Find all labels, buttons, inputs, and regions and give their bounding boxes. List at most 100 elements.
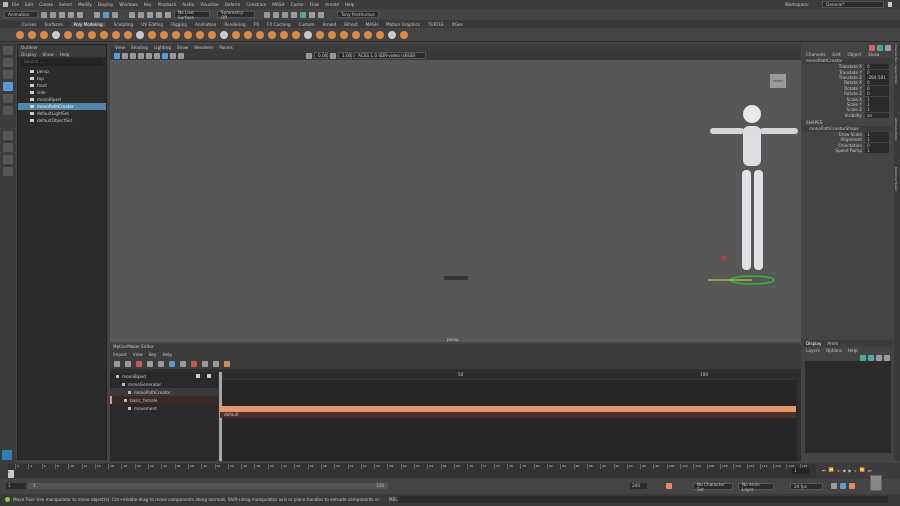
character-icon[interactable]: [180, 360, 186, 367]
lock-icon[interactable]: [888, 2, 892, 7]
viewport-menu-show[interactable]: Show: [177, 45, 188, 50]
shelf-tab-custom[interactable]: Custom: [299, 22, 315, 27]
start-time-field[interactable]: 1: [6, 483, 26, 489]
poly-cone-icon[interactable]: [52, 30, 60, 39]
select-tool-icon[interactable]: [3, 46, 13, 55]
snap-view-plane-icon[interactable]: [156, 11, 162, 18]
outliner-item[interactable]: front: [18, 82, 106, 89]
channel-value[interactable]: 0: [865, 142, 889, 148]
menu-windows[interactable]: Windows: [119, 2, 138, 7]
channel-row[interactable]: Alignment 1: [803, 137, 893, 143]
render-view-icon[interactable]: [264, 11, 270, 18]
channel-row[interactable]: Rotate Z0: [803, 91, 893, 97]
smooth-shade-icon[interactable]: [130, 52, 136, 59]
new-layer-icon[interactable]: [860, 354, 866, 361]
combine-icon[interactable]: [160, 30, 168, 39]
select-component-icon[interactable]: [112, 11, 118, 18]
xray-icon[interactable]: [170, 52, 176, 59]
ground-object[interactable]: [444, 276, 468, 280]
menu-modify[interactable]: Modify: [78, 2, 92, 7]
wireframe-icon[interactable]: [122, 52, 128, 59]
motionmaker-menu-import[interactable]: Import: [113, 352, 127, 357]
motionmaker-tree-item[interactable]: basic_female: [110, 396, 218, 404]
shelf-tab-fx[interactable]: FX: [254, 22, 259, 27]
motionmaker-tree-item[interactable]: monoPathCreator: [110, 388, 218, 396]
menu-audio[interactable]: Audio: [182, 2, 194, 7]
offset-loop-icon[interactable]: [328, 30, 336, 39]
sweep-mesh-icon[interactable]: [112, 30, 120, 39]
lattice-icon[interactable]: [352, 30, 360, 39]
poly-plane-icon[interactable]: [76, 30, 84, 39]
undo-icon[interactable]: [68, 11, 74, 18]
textured-icon[interactable]: [138, 52, 144, 59]
channel-value[interactable]: 0: [865, 85, 889, 91]
shelf-tab-animation[interactable]: Animation: [195, 22, 216, 27]
bevel-icon[interactable]: [220, 30, 228, 39]
bend-icon[interactable]: [340, 30, 348, 39]
platonic-solid-icon[interactable]: [100, 30, 108, 39]
snap-grid-icon[interactable]: [129, 11, 135, 18]
merge-icon[interactable]: [268, 30, 276, 39]
menu-key[interactable]: Key: [144, 2, 152, 7]
outliner-item[interactable]: persp: [18, 68, 106, 75]
insert-loop-icon[interactable]: [388, 30, 396, 39]
timeline-playhead[interactable]: 1: [8, 470, 14, 478]
shelf-tab-arnold[interactable]: Arnold: [323, 22, 337, 27]
boolean-icon[interactable]: [232, 30, 240, 39]
channel-value[interactable]: 1: [865, 96, 889, 102]
layer-menu-options[interactable]: Options: [826, 348, 842, 353]
menu-cache[interactable]: Cache: [291, 2, 304, 7]
viewport-canvas[interactable]: FRONT persp: [110, 60, 801, 342]
channel-value[interactable]: 0: [865, 80, 889, 86]
outliner-search[interactable]: Search...: [21, 59, 103, 66]
move-up-icon[interactable]: [876, 354, 882, 361]
snap-curve-icon[interactable]: [138, 11, 144, 18]
loop-icon[interactable]: [831, 483, 837, 489]
split-tool-icon[interactable]: [147, 360, 153, 367]
pause-icon[interactable]: [318, 11, 324, 18]
shelf-tab-turtle[interactable]: TURTLE: [428, 22, 444, 27]
render-frame-icon[interactable]: [273, 11, 279, 18]
outliner-item[interactable]: defaultObjectSet: [18, 117, 106, 124]
channel-row[interactable]: Draw Scale 1: [803, 132, 893, 138]
anim-layer-select[interactable]: No Anim Layer: [738, 482, 774, 492]
menu-mash[interactable]: MASH: [272, 2, 284, 7]
eyedropper-icon[interactable]: [196, 374, 200, 378]
single-view-layout-icon[interactable]: [3, 131, 13, 140]
side-tab[interactable]: Attribute Editor: [894, 118, 898, 163]
outliner-menu-help[interactable]: Help: [60, 52, 70, 57]
shelf-tab-surfaces[interactable]: Surfaces: [45, 22, 63, 27]
channel-row[interactable]: Translate Z -284.581: [803, 74, 893, 80]
menu-display[interactable]: Display: [98, 2, 113, 7]
four-view-layout-icon[interactable]: [3, 143, 13, 152]
auto-key-icon[interactable]: [666, 483, 672, 489]
isolate-icon[interactable]: [178, 52, 184, 59]
shadows-icon[interactable]: [154, 52, 160, 59]
viewport-menu-panels[interactable]: Panels: [219, 45, 232, 50]
channel-row[interactable]: Scale Z1: [803, 107, 893, 113]
grid-icon[interactable]: [162, 52, 168, 59]
command-line[interactable]: [398, 496, 888, 503]
menu-create[interactable]: Create: [39, 2, 53, 7]
select-hierarchy-icon[interactable]: [94, 11, 100, 18]
cache-icon[interactable]: [840, 483, 846, 489]
paint-select-icon[interactable]: [3, 70, 13, 79]
snap-point-icon[interactable]: [147, 11, 153, 18]
zoom-icon[interactable]: [3, 167, 13, 176]
sculpt-icon[interactable]: [364, 30, 372, 39]
lights-icon[interactable]: [146, 52, 152, 59]
move-tool-icon[interactable]: [3, 82, 13, 91]
menu-deform[interactable]: Deform: [225, 2, 241, 7]
character-thumbnail-icon[interactable]: [870, 475, 882, 491]
layer-tab-anim[interactable]: Anim: [827, 341, 838, 346]
poly-disc-icon[interactable]: [88, 30, 96, 39]
outliner-item[interactable]: top: [18, 75, 106, 82]
channel-box-menu-show[interactable]: Show: [868, 52, 879, 57]
quad-draw-icon[interactable]: [304, 30, 312, 39]
motionmaker-menu-key[interactable]: Key: [149, 352, 157, 357]
gamma-field[interactable]: 1.00: [338, 52, 352, 59]
multicut-icon[interactable]: [280, 30, 288, 39]
shelf-tab-bifrost[interactable]: Bifrost: [344, 22, 358, 27]
motionmaker-tree-item[interactable]: monoGenerator: [110, 380, 218, 388]
make-live-icon[interactable]: [376, 30, 384, 39]
